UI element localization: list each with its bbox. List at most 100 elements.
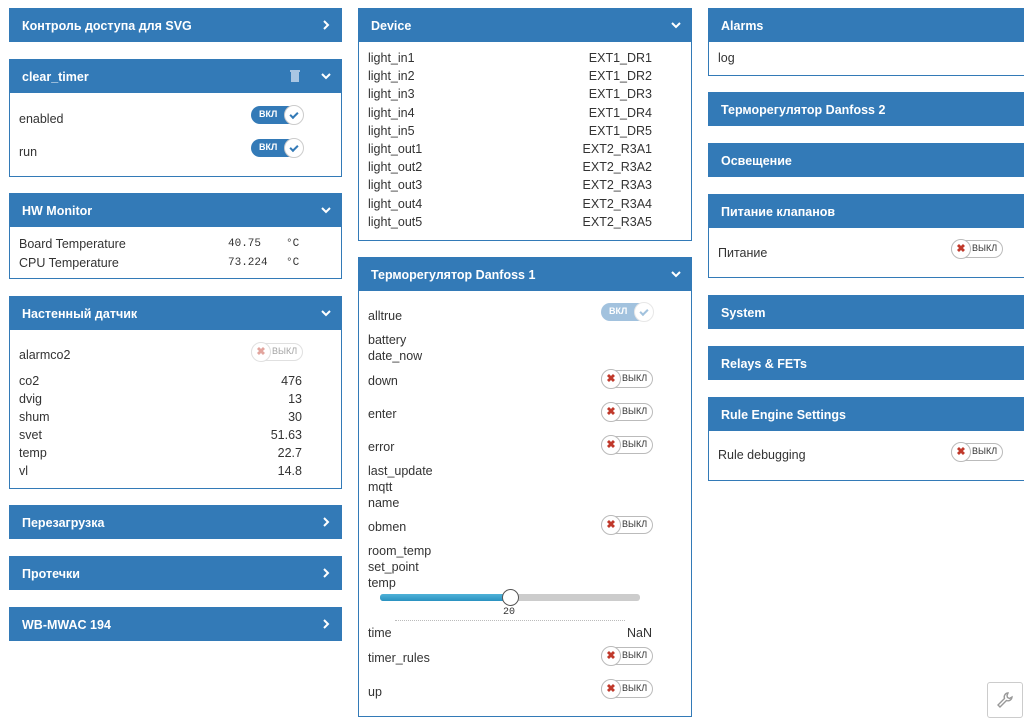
device-row-value: EXT1_DR5	[588, 123, 652, 138]
panel-title: clear_timer	[22, 69, 89, 84]
chevron-down-icon	[319, 306, 333, 320]
trash-icon[interactable]	[289, 69, 303, 83]
svet-value: 51.63	[270, 428, 302, 442]
svg-access-header[interactable]: Контроль доступа для SVG	[10, 9, 341, 42]
system-header[interactable]: System	[709, 296, 1024, 329]
temp-slider-handle[interactable]	[502, 589, 519, 606]
toggle-text: ВЫКЛ	[972, 446, 998, 456]
rule-debugging-toggle[interactable]: ✖ ВЫКЛ	[951, 442, 1003, 462]
slider-divider	[395, 620, 625, 621]
temp-slider-label: temp	[368, 576, 396, 590]
clear-timer-panel: clear_timer enabled ВКЛ run ВКЛ	[9, 59, 342, 177]
wrench-icon[interactable]	[987, 682, 1023, 718]
danfoss1-panel: Терморегулятор Danfoss 1 alltrue ВКЛ bat…	[358, 257, 692, 717]
lighting-panel: Освещение	[708, 143, 1024, 177]
time-value: NaN	[626, 626, 652, 640]
x-icon: ✖	[951, 442, 971, 462]
panel-title: Терморегулятор Danfoss 2	[721, 102, 886, 117]
rule-engine-header[interactable]: Rule Engine Settings	[709, 398, 1024, 431]
down-toggle[interactable]: ✖ ВЫКЛ	[601, 369, 653, 389]
chevron-right-icon	[319, 18, 333, 32]
toggle-text: ВКЛ	[259, 109, 278, 119]
danfoss2-header[interactable]: Терморегулятор Danfoss 2	[709, 93, 1024, 126]
dvig-label: dvig	[19, 392, 42, 406]
check-icon	[284, 105, 304, 125]
device-row-label: light_in1	[368, 51, 415, 65]
enabled-toggle[interactable]: ВКЛ	[251, 105, 304, 125]
clear-timer-header[interactable]: clear_timer	[10, 60, 341, 93]
co2-value: 476	[281, 374, 302, 388]
name-label: name	[368, 496, 400, 510]
co2-label: co2	[19, 374, 40, 388]
wall-sensor-panel: Настенный датчик alarmco2 ✖ ВЫКЛ co2 476 …	[9, 296, 342, 489]
x-icon: ✖	[251, 342, 271, 362]
toggle-text: ВЫКЛ	[622, 406, 648, 416]
x-icon: ✖	[601, 679, 621, 699]
wall-sensor-header[interactable]: Настенный датчик	[10, 297, 341, 330]
cpu-temp-unit: °C	[286, 257, 300, 269]
device-row-value: EXT2_R3A3	[582, 178, 652, 193]
error-toggle[interactable]: ✖ ВЫКЛ	[601, 435, 653, 455]
leaks-header[interactable]: Протечки	[10, 557, 341, 590]
temp-label: temp	[19, 446, 47, 460]
x-icon: ✖	[601, 646, 621, 666]
alarmco2-toggle[interactable]: ✖ ВЫКЛ	[251, 342, 303, 362]
alarms-header[interactable]: Alarms	[709, 9, 1024, 42]
panel-title: Relays & FETs	[721, 356, 807, 371]
hw-monitor-header[interactable]: HW Monitor	[10, 194, 341, 227]
toggle-text: ВЫКЛ	[622, 519, 648, 529]
enter-toggle[interactable]: ✖ ВЫКЛ	[601, 402, 653, 422]
panel-title: System	[721, 305, 766, 320]
up-toggle[interactable]: ✖ ВЫКЛ	[601, 679, 653, 699]
relays-header[interactable]: Relays & FETs	[709, 347, 1024, 380]
panel-title: Освещение	[721, 153, 792, 168]
enabled-label: enabled	[19, 112, 64, 126]
toggle-text: ВКЛ	[609, 306, 628, 316]
svet-label: svet	[19, 428, 42, 442]
timer-rules-toggle[interactable]: ✖ ВЫКЛ	[601, 646, 653, 666]
shum-label: shum	[19, 410, 50, 424]
device-row-label: light_in5	[368, 123, 415, 138]
check-icon	[634, 302, 654, 322]
device-row-value: EXT2_R3A4	[582, 196, 652, 211]
device-row-value: EXT1_DR4	[588, 105, 652, 120]
panel-title: HW Monitor	[22, 203, 93, 218]
device-row-label: light_out2	[368, 160, 423, 175]
temp-slider-fill	[380, 594, 510, 601]
danfoss2-panel: Терморегулятор Danfoss 2	[708, 92, 1024, 126]
toggle-text: ВЫКЛ	[622, 373, 648, 383]
run-toggle[interactable]: ВКЛ	[251, 138, 304, 158]
device-panel: Device light_in1 EXT1_DR1 light_in2 EXT1_DR…	[358, 8, 692, 241]
obmen-label: obmen	[368, 520, 407, 534]
power-label: Питание	[718, 246, 768, 260]
toggle-text: ВКЛ	[259, 142, 278, 152]
obmen-toggle[interactable]: ✖ ВЫКЛ	[601, 515, 653, 535]
toggle-text: ВЫКЛ	[972, 243, 998, 253]
reboot-header[interactable]: Перезагрузка	[10, 506, 341, 539]
lighting-header[interactable]: Освещение	[709, 144, 1024, 177]
device-row-value: EXT2_R3A2	[582, 160, 652, 175]
date-now-label: date_now	[368, 349, 423, 363]
mwac-header[interactable]: WB-MWAC 194	[10, 608, 341, 641]
danfoss1-header[interactable]: Терморегулятор Danfoss 1	[359, 258, 691, 291]
reboot-panel: Перезагрузка	[9, 505, 342, 539]
device-row-value: EXT2_R3A1	[582, 142, 652, 156]
up-label: up	[368, 685, 382, 699]
panel-title: Протечки	[22, 566, 80, 581]
temp-value: 22.7	[277, 446, 302, 460]
chevron-down-icon	[669, 267, 683, 281]
device-row-label: light_out4	[368, 196, 423, 211]
panel-title: Rule Engine Settings	[721, 407, 847, 422]
time-label: time	[368, 626, 392, 640]
device-row-value: EXT2_R3A5	[582, 214, 652, 229]
run-label: run	[19, 145, 38, 159]
alltrue-toggle[interactable]: ВКЛ	[601, 302, 654, 322]
system-panel: System	[708, 295, 1024, 329]
chevron-right-icon	[319, 566, 333, 580]
panel-title: Device	[371, 18, 412, 33]
mwac-panel: WB-MWAC 194	[9, 607, 342, 641]
power-toggle[interactable]: ✖ ВЫКЛ	[951, 239, 1003, 259]
device-header[interactable]: Device	[359, 9, 691, 42]
valves-header[interactable]: Питание клапанов	[709, 195, 1024, 228]
toggle-text: ВЫКЛ	[622, 650, 648, 660]
